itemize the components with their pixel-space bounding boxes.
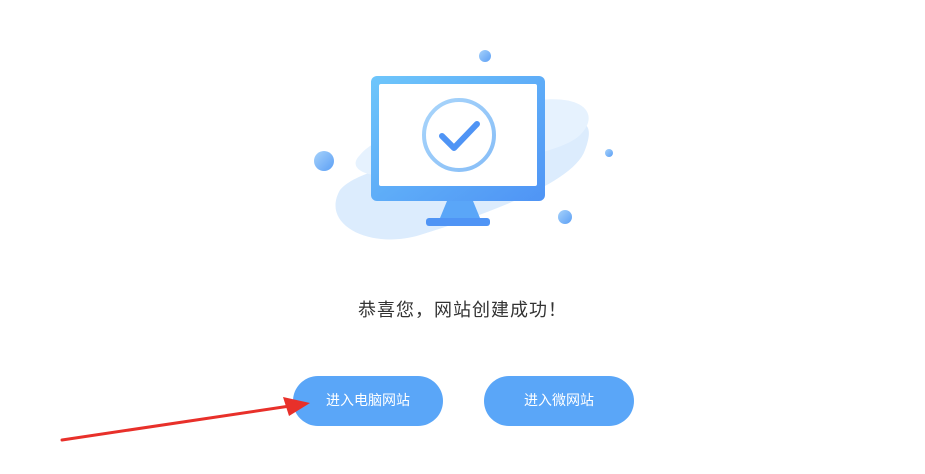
monitor-check-icon: [314, 50, 613, 240]
enter-pc-site-button[interactable]: 进入电脑网站: [293, 376, 443, 426]
success-page: 恭喜您，网站创建成功！ 进入电脑网站 进入微网站: [0, 0, 925, 474]
success-message: 恭喜您，网站创建成功！: [358, 300, 567, 321]
enter-mobile-site-button[interactable]: 进入微网站: [484, 376, 634, 426]
